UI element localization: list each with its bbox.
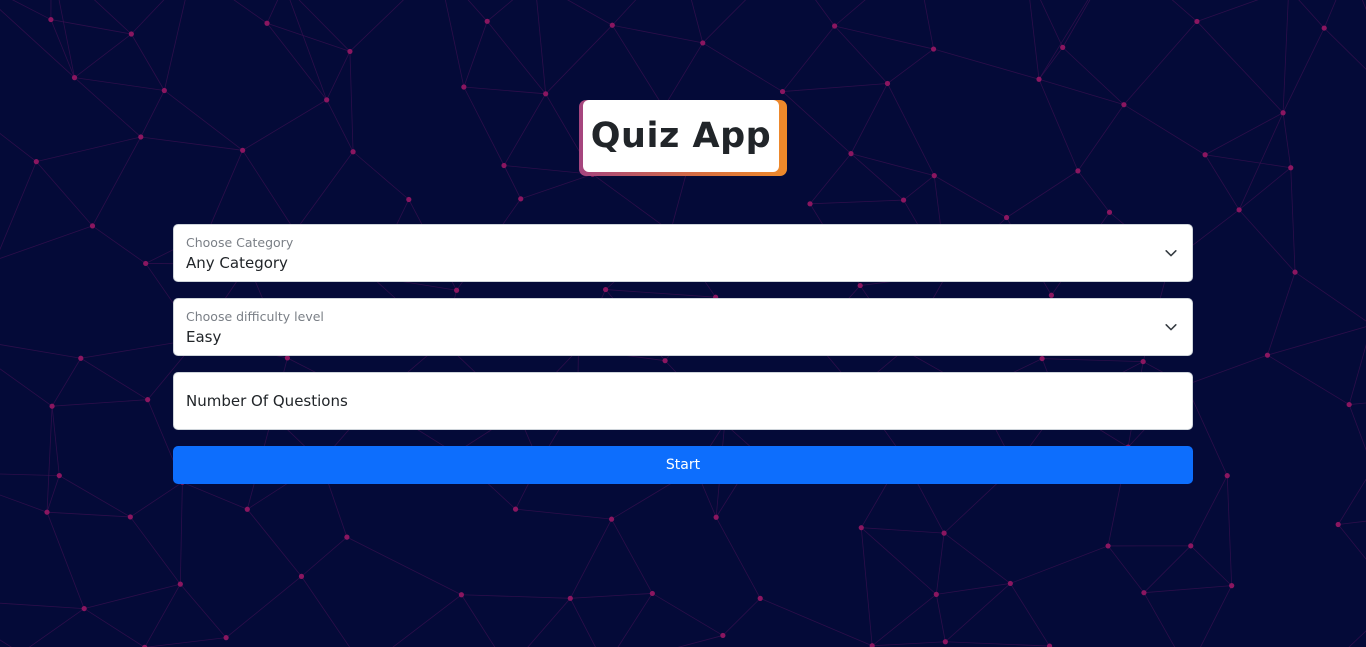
- difficulty-select-label: Choose difficulty level: [186, 309, 324, 324]
- page-content: Quiz App Choose Category Any Category Ch…: [0, 0, 1366, 647]
- category-select-value: Any Category: [186, 254, 288, 272]
- title-card: Quiz App: [583, 100, 779, 172]
- title-badge: Quiz App: [579, 100, 787, 176]
- category-select-label: Choose Category: [186, 235, 294, 250]
- difficulty-select-value: Easy: [186, 328, 222, 346]
- page-title: Quiz App: [590, 116, 772, 156]
- start-button[interactable]: Start: [173, 446, 1193, 484]
- number-of-questions-input[interactable]: [173, 372, 1193, 430]
- chevron-down-icon: [1165, 324, 1177, 331]
- difficulty-select[interactable]: Choose difficulty level Easy: [173, 298, 1193, 356]
- category-select[interactable]: Choose Category Any Category: [173, 224, 1193, 282]
- chevron-down-icon: [1165, 250, 1177, 257]
